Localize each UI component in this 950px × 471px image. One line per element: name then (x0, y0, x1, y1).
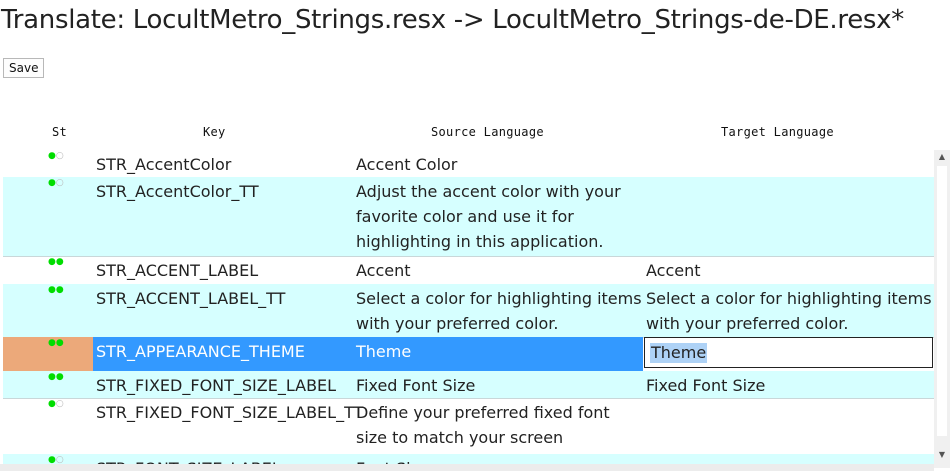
page-title: Translate: LocultMetro_Strings.resx -> L… (1, 5, 904, 35)
status-filled-dot-icon: ● (48, 178, 56, 188)
key-cell: STR_AccentColor_TT (96, 182, 259, 201)
source-text-cell: Accent (356, 261, 411, 280)
status-cell: ●● (3, 256, 93, 284)
key-cell: STR_APPEARANCE_THEME (96, 342, 305, 361)
status-filled-dot-icon: ● (48, 257, 56, 267)
column-header-key[interactable]: Key (203, 125, 226, 139)
status-filled-dot-icon: ● (48, 338, 56, 348)
target-text-cell[interactable]: Select a color for highlighting items wi… (646, 286, 934, 336)
status-cell: ●● (3, 284, 93, 337)
table-row[interactable]: ●● STR_FIXED_FONT_SIZE_LABEL Fixed Font Si… (3, 371, 934, 399)
target-text-cell[interactable]: Accent (646, 258, 934, 283)
status-indicator: ●○ (48, 151, 64, 161)
scroll-up-icon[interactable]: ▲ (934, 150, 950, 164)
column-header-target[interactable]: Target Language (721, 125, 834, 139)
table-row[interactable]: ●○ STR_FIXED_FONT_SIZE_LABEL_TT Define you… (3, 398, 934, 471)
scrollbar-thumb[interactable] (937, 166, 947, 436)
source-text-cell: Adjust the accent color with your favori… (356, 182, 621, 251)
status-filled-dot-icon: ● (55, 338, 64, 348)
status-cell: ●○ (3, 150, 93, 177)
status-cell: ●○ (3, 177, 93, 256)
status-filled-dot-icon: ● (48, 151, 56, 161)
status-filled-dot-icon: ● (48, 399, 56, 409)
translation-grid: ●○ STR_AccentColor Accent Color ●○ STR_Accen… (3, 150, 934, 471)
status-empty-dot-icon: ○ (55, 399, 64, 409)
key-cell: STR_FIXED_FONT_SIZE_LABEL (96, 376, 337, 395)
scroll-down-icon[interactable]: ▼ (934, 448, 950, 462)
status-cell: ●● (3, 371, 93, 398)
status-indicator: ●● (48, 372, 64, 382)
vertical-scrollbar[interactable]: ▲ ▼ (934, 150, 950, 468)
status-filled-dot-icon: ● (55, 257, 64, 267)
status-indicator: ●○ (48, 178, 64, 188)
status-indicator: ●● (48, 285, 64, 295)
target-text-selected[interactable]: Theme (650, 343, 708, 363)
table-row[interactable]: ●● STR_ACCENT_LABEL Accent Accent (3, 256, 934, 285)
status-indicator: ●● (48, 338, 64, 348)
status-cell: ●○ (3, 398, 93, 454)
status-empty-dot-icon: ○ (55, 178, 64, 188)
status-indicator: ●● (48, 257, 64, 267)
table-row[interactable]: ●○ STR_AccentColor Accent Color (3, 150, 934, 178)
source-text-cell: Fixed Font Size (356, 376, 476, 395)
source-text-cell: Accent Color (356, 155, 458, 174)
column-header-source[interactable]: Source Language (431, 125, 544, 139)
status-filled-dot-icon: ● (55, 372, 64, 382)
key-cell: STR_ACCENT_LABEL (96, 261, 259, 280)
status-filled-dot-icon: ● (48, 372, 56, 382)
status-filled-dot-icon: ● (48, 285, 56, 295)
source-text-cell: Theme (356, 342, 412, 361)
status-indicator: ●○ (48, 399, 64, 409)
table-row-selected[interactable]: ●● STR_APPEARANCE_THEME Theme Theme (3, 337, 934, 372)
horizontal-scrollbar[interactable] (0, 464, 934, 471)
table-row[interactable]: ●● STR_ACCENT_LABEL_TT Select a color for … (3, 284, 934, 338)
status-cell: ●● (3, 337, 93, 371)
status-empty-dot-icon: ○ (55, 151, 64, 161)
key-cell: STR_FIXED_FONT_SIZE_LABEL_TT (96, 403, 364, 422)
table-row[interactable]: ●○ STR_AccentColor_TT Adjust the accent co… (3, 177, 934, 257)
status-filled-dot-icon: ● (55, 285, 64, 295)
save-button[interactable]: Save (3, 58, 45, 78)
target-text-cell[interactable]: Fixed Font Size (646, 373, 934, 398)
target-text-editor[interactable]: Theme (644, 337, 933, 368)
column-header-status[interactable]: St (52, 125, 67, 139)
key-cell: STR_AccentColor (96, 155, 232, 174)
source-text-cell: Select a color for highlighting items wi… (356, 289, 642, 333)
key-cell: STR_ACCENT_LABEL_TT (96, 289, 286, 308)
